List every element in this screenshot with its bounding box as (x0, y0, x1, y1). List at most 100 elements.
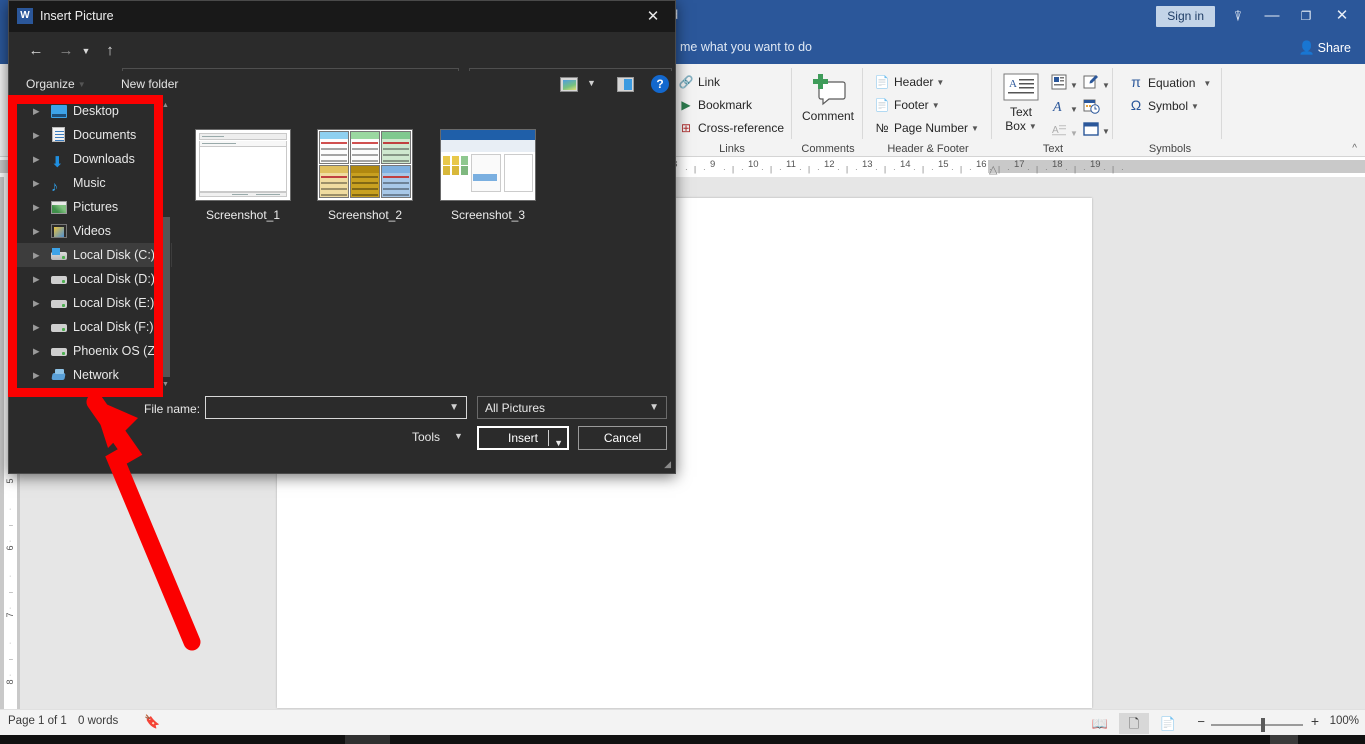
taskbar-item[interactable] (345, 735, 390, 744)
chevron-right-icon[interactable]: ▶ (33, 339, 40, 363)
back-button[interactable]: ← (23, 38, 49, 64)
chevron-down-icon[interactable]: ▼ (554, 433, 563, 453)
file-name-input[interactable]: ▼ (205, 396, 467, 419)
navigation-pane-scrollbar[interactable]: ▲ ▼ (160, 99, 171, 391)
ribbon-page-number-button[interactable]: № Page Number ▼ (874, 120, 979, 137)
chevron-down-icon[interactable]: ▼ (1070, 105, 1078, 114)
print-layout-icon[interactable]: 🗋 (1119, 713, 1149, 734)
chevron-down-icon[interactable]: ▼ (454, 431, 463, 441)
nav-item-network[interactable]: ▶ Network (17, 363, 172, 387)
chevron-down-icon[interactable]: ▼ (449, 402, 459, 413)
chevron-right-icon[interactable]: ▶ (33, 123, 40, 147)
cross-reference-icon: ⊞ (680, 121, 692, 135)
ribbon-display-options-icon[interactable]: ⍒ (1221, 4, 1255, 28)
new-folder-button[interactable]: New folder (121, 77, 178, 91)
nav-item-local-disk-d[interactable]: ▶ Local Disk (D:) (17, 267, 172, 291)
scrollbar-thumb[interactable] (161, 217, 170, 377)
nav-item-local-disk-f[interactable]: ▶ Local Disk (F:) (17, 315, 172, 339)
word-count-status[interactable]: 0 words (78, 715, 118, 727)
ribbon-symbol-button[interactable]: Ω Symbol ▼ (1128, 97, 1199, 115)
chevron-right-icon[interactable]: ▶ (33, 195, 40, 219)
signature-line-button[interactable]: ▼ (1083, 74, 1110, 95)
chevron-right-icon[interactable]: ▶ (33, 243, 40, 267)
scroll-down-icon[interactable]: ▼ (160, 378, 171, 391)
ruler-indent-marker[interactable]: △ (989, 163, 997, 176)
drop-cap-button[interactable]: A ▼ (1051, 122, 1078, 143)
minimize-icon[interactable]: — (1255, 4, 1289, 28)
view-layout-icon[interactable] (560, 77, 578, 92)
organize-button[interactable]: Organize ▼ (26, 77, 86, 91)
chevron-right-icon[interactable]: ▶ (33, 315, 40, 339)
chevron-right-icon[interactable]: ▶ (33, 171, 40, 195)
help-icon[interactable]: ? (651, 75, 669, 93)
file-list[interactable]: Screenshot_1 Screenshot_2 Screenshot_3 (173, 99, 674, 391)
zoom-slider[interactable] (1211, 724, 1303, 726)
insert-picture-dialog[interactable]: W Insert Picture ✕ ← → ▼ ↑ « Pictures › … (8, 0, 676, 474)
chevron-right-icon[interactable]: ▶ (33, 267, 40, 291)
chevron-down-icon[interactable]: ▼ (1102, 127, 1110, 136)
resize-grip-icon[interactable]: ◢ (664, 459, 671, 470)
tools-button[interactable]: Tools (412, 430, 440, 444)
date-time-button[interactable] (1083, 98, 1100, 119)
up-one-level-button[interactable]: ↑ (97, 38, 123, 64)
ribbon-comment-button[interactable]: Comment (793, 72, 863, 123)
wordart-button[interactable]: A ▼ (1051, 98, 1078, 119)
ribbon-text-box-button[interactable]: A Text Box ▼ (997, 72, 1045, 134)
chevron-down-icon[interactable]: ▼ (587, 78, 596, 88)
insert-button[interactable]: Insert ▼ (477, 426, 569, 450)
nav-item-desktop[interactable]: ▶ Desktop (17, 99, 172, 123)
tell-me-input[interactable]: ell me what you want to do (664, 40, 812, 54)
ribbon-cross-reference-button[interactable]: ⊞ Cross-reference (678, 120, 784, 136)
zoom-out-button[interactable]: − (1197, 714, 1205, 729)
read-mode-icon[interactable]: 📖 (1085, 713, 1115, 734)
taskbar[interactable] (0, 735, 1365, 744)
navigation-pane[interactable]: ▶ Desktop ▶ Documents ▶ ⬇ Downloads ▶ ♪ Music ▶ Pic… (17, 99, 172, 391)
nav-item-local-disk-e[interactable]: ▶ Local Disk (E:) (17, 291, 172, 315)
word-close-icon[interactable]: ✕ (1325, 4, 1359, 28)
chevron-right-icon[interactable]: ▶ (33, 291, 40, 315)
close-icon[interactable]: ✕ (631, 1, 675, 32)
chevron-right-icon[interactable]: ▶ (33, 99, 40, 123)
share-button[interactable]: 👤 Share (1298, 40, 1351, 56)
ribbon-bookmark-button[interactable]: ▶ Bookmark (678, 97, 752, 113)
restore-icon[interactable]: ❐ (1289, 4, 1323, 28)
nav-item-documents[interactable]: ▶ Documents (17, 123, 172, 147)
ribbon-link-button[interactable]: 🔗 Link (678, 74, 721, 90)
ribbon-footer-button[interactable]: 📄 Footer ▼ (874, 97, 940, 114)
nav-item-music[interactable]: ▶ ♪ Music (17, 171, 172, 195)
nav-item-local-disk-c[interactable]: ▶ Local Disk (C:) (17, 243, 172, 267)
recent-locations-icon[interactable]: ▼ (78, 38, 94, 64)
chevron-right-icon[interactable]: ▶ (33, 147, 40, 171)
quick-parts-button[interactable]: ▼ (1051, 74, 1078, 95)
nav-item-pictures[interactable]: ▶ Pictures (17, 195, 172, 219)
zoom-in-button[interactable]: + (1311, 713, 1319, 729)
web-layout-icon[interactable]: 📄 (1153, 713, 1183, 734)
ribbon-equation-button[interactable]: π Equation ▼ (1128, 74, 1211, 92)
chevron-down-icon[interactable]: ▼ (1070, 81, 1078, 90)
scroll-up-icon[interactable]: ▲ (160, 99, 171, 112)
chevron-right-icon[interactable]: ▶ (33, 363, 40, 387)
proofing-icon[interactable]: 🔖 (144, 714, 160, 730)
taskbar-item[interactable] (1270, 735, 1298, 744)
page-count-status[interactable]: Page 1 of 1 (8, 715, 67, 727)
nav-item-videos[interactable]: ▶ Videos (17, 219, 172, 243)
file-item[interactable]: Screenshot_2 (305, 129, 425, 222)
sign-in-button[interactable]: Sign in (1156, 6, 1215, 27)
file-name-label: File name: (144, 402, 201, 416)
zoom-level-label[interactable]: 100% (1330, 715, 1359, 727)
nav-item-downloads[interactable]: ▶ ⬇ Downloads (17, 147, 172, 171)
forward-button[interactable]: → (53, 38, 79, 64)
collapse-ribbon-icon[interactable]: ^ (1352, 143, 1357, 154)
file-item[interactable]: Screenshot_1 (183, 129, 303, 222)
cancel-button[interactable]: Cancel (578, 426, 667, 450)
preview-pane-icon[interactable] (617, 77, 634, 92)
nav-item-phoenix-os-z[interactable]: ▶ Phoenix OS (Z:) (17, 339, 172, 363)
chevron-down-icon[interactable]: ▼ (1102, 81, 1110, 90)
zoom-slider-thumb[interactable] (1261, 718, 1265, 732)
file-item[interactable]: Screenshot_3 (428, 129, 548, 222)
ribbon-header-button[interactable]: 📄 Header ▼ (874, 74, 945, 91)
chevron-right-icon[interactable]: ▶ (33, 219, 40, 243)
object-button[interactable]: ▼ (1083, 122, 1110, 141)
file-type-dropdown[interactable]: All Pictures ▼ (477, 396, 667, 419)
chevron-down-icon[interactable]: ▼ (649, 402, 659, 413)
